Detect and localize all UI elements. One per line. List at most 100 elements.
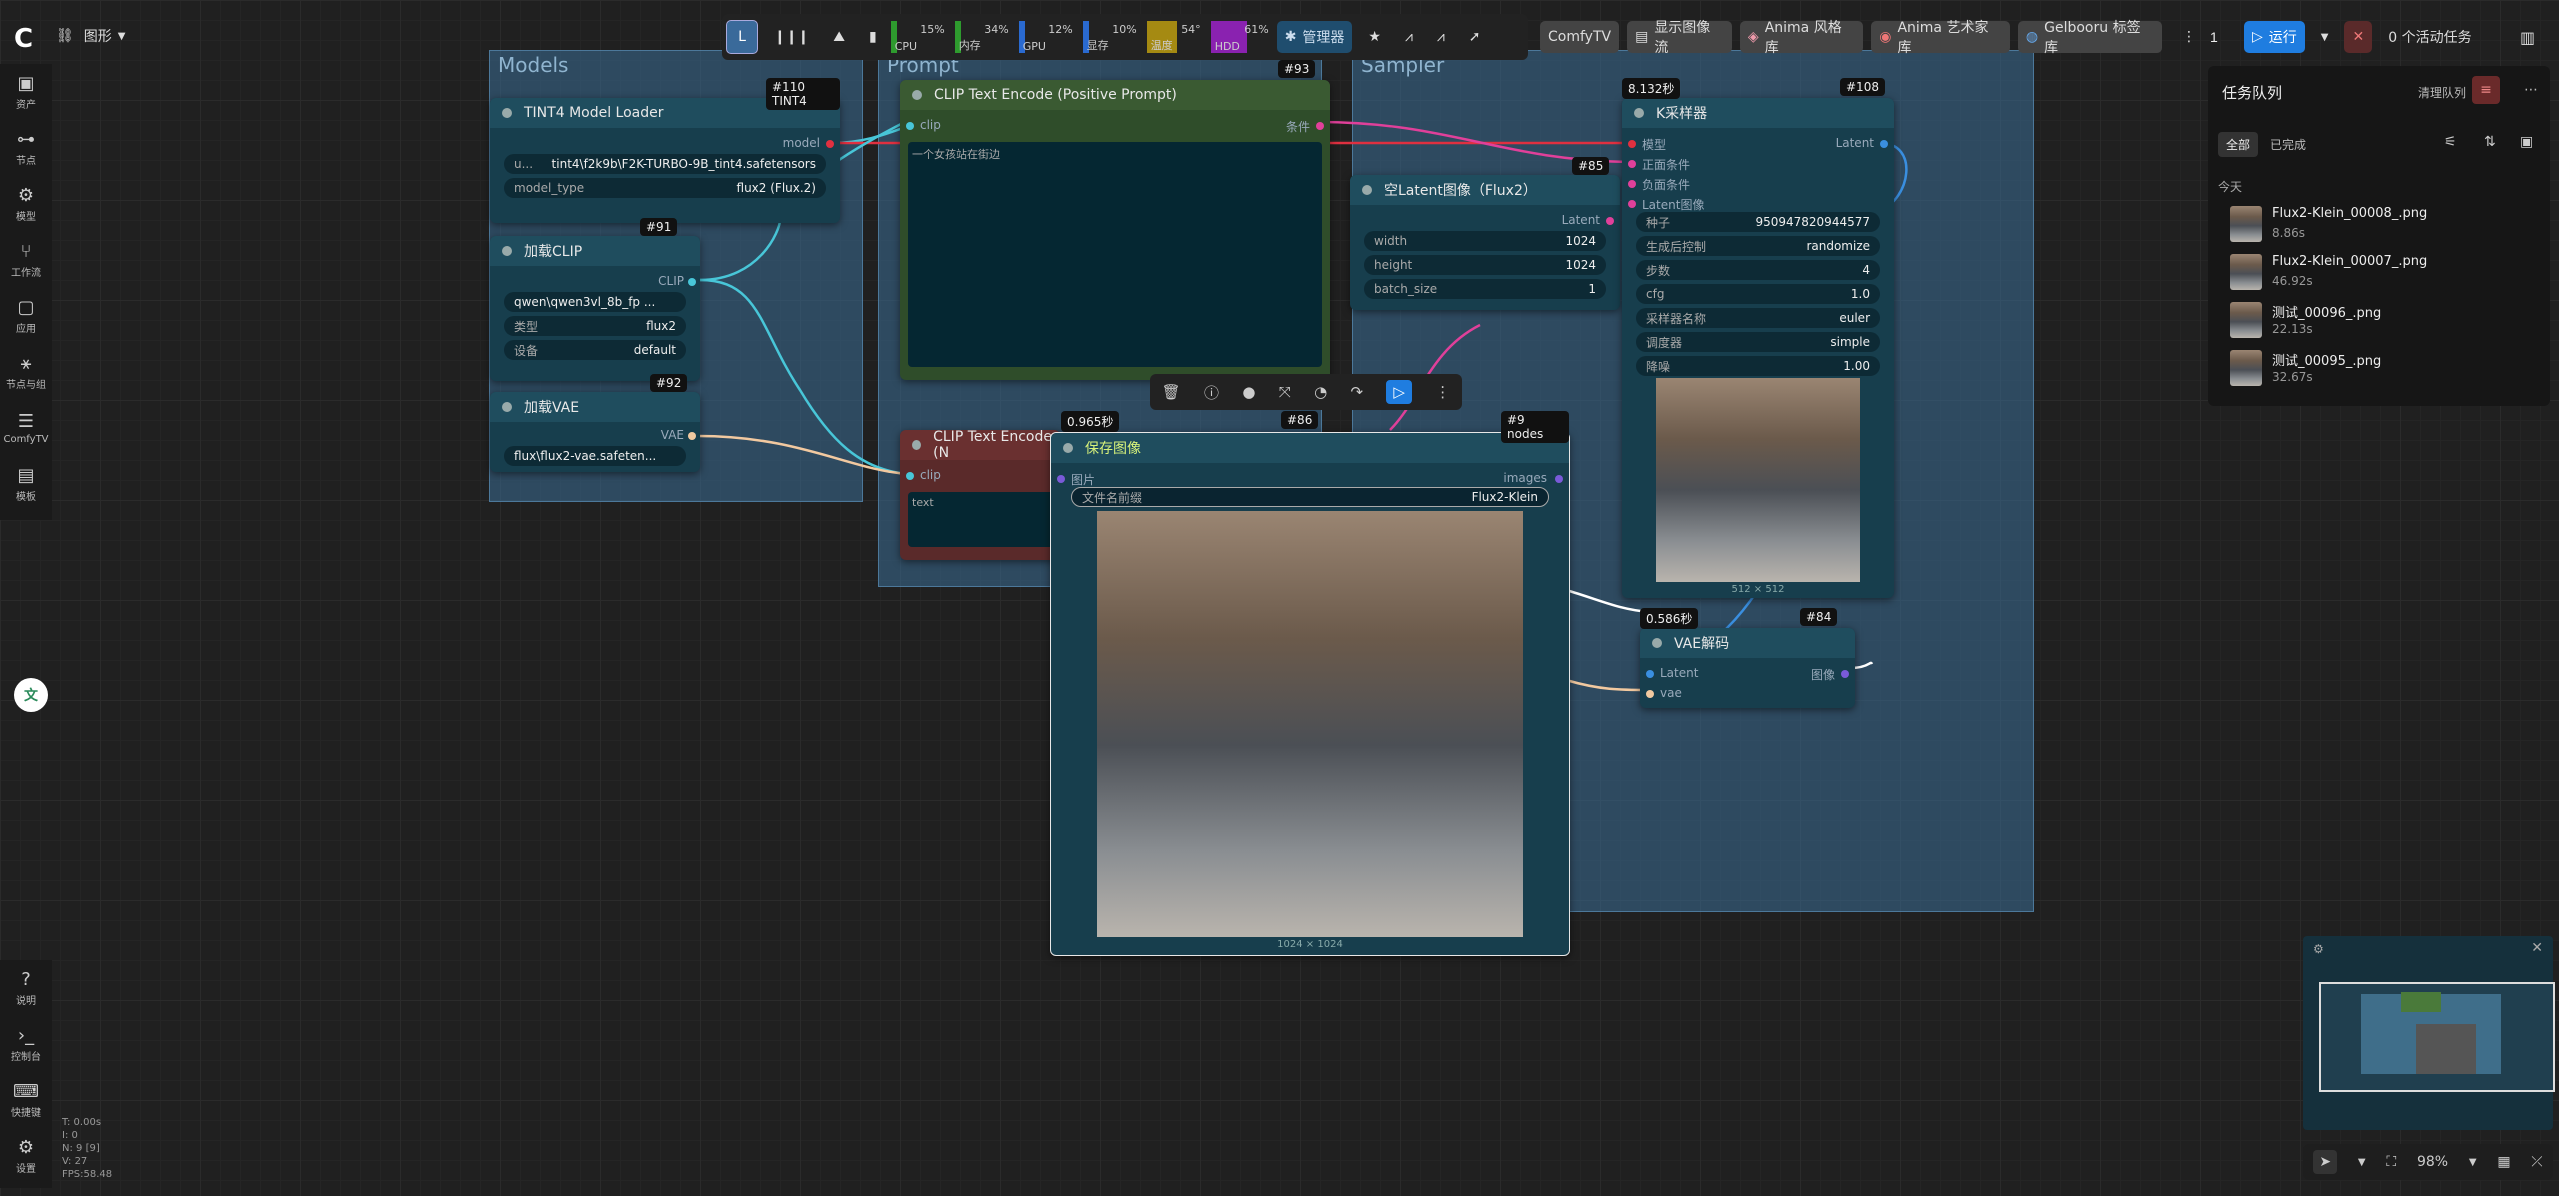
queue-item[interactable]: 测试_00095_.png 32.67s: [2230, 348, 2530, 388]
run-mode-dropdown[interactable]: ▼: [2313, 21, 2337, 53]
prompt-text-area[interactable]: 一个女孩站在街边: [908, 142, 1322, 367]
output-image-pin[interactable]: [1841, 670, 1849, 678]
input-latent-pin[interactable]: [1628, 200, 1636, 208]
widget-clip-device[interactable]: 设备 default: [504, 340, 686, 360]
tab-completed[interactable]: 已完成: [2270, 136, 2306, 153]
widget-width[interactable]: width 1024: [1364, 231, 1606, 251]
minimap-toggle-icon[interactable]: ▦: [2497, 1154, 2510, 1170]
sort-icon[interactable]: ⇅: [2484, 134, 2496, 150]
manager-button[interactable]: ✱ 管理器: [1276, 21, 1353, 53]
widget-batch-size[interactable]: batch_size 1: [1364, 279, 1606, 299]
output-latent-pin[interactable]: [1606, 217, 1614, 225]
output-vae-pin[interactable]: [688, 432, 696, 440]
widget-unet-name[interactable]: u... tint4\f2k9b\F2K-TURBO-9B_tint4.safet…: [504, 154, 826, 174]
node-dot[interactable]: [502, 108, 512, 118]
active-tasks-label[interactable]: 0 个活动任务: [2380, 21, 2479, 53]
minimap-viewport[interactable]: [2319, 982, 2555, 1092]
bypass-icon[interactable]: ◔: [1314, 383, 1327, 401]
input-latent-pin[interactable]: [1646, 670, 1654, 678]
node-dot[interactable]: [912, 90, 922, 100]
output-conditioning-pin[interactable]: [1316, 122, 1324, 130]
workflow-menu-button[interactable]: ⛓ 图形 ▼: [56, 22, 125, 50]
node-load-clip[interactable]: #91 加载CLIP CLIP qwen\qwen3vl_8b_fp ... 类…: [490, 218, 700, 381]
node-dot[interactable]: [1652, 638, 1662, 648]
node-ksampler[interactable]: 8.132秒 #108 K采样器 模型 正面条件 负面条件 Latent图像 L…: [1622, 78, 1894, 598]
sidebar-item-templates[interactable]: ▤ 模板: [0, 456, 52, 512]
widget-clip-type[interactable]: 类型 flux2: [504, 316, 686, 336]
widget-cfg[interactable]: cfg 1.0: [1636, 284, 1880, 304]
output-images-pin[interactable]: [1555, 475, 1563, 483]
run-button[interactable]: ▷ 运行: [2244, 21, 2305, 53]
widget-steps[interactable]: 步数 4: [1636, 260, 1880, 280]
minimap-settings-icon[interactable]: ⚙: [2313, 942, 2324, 956]
widget-sampler-name[interactable]: 采样器名称 euler: [1636, 308, 1880, 328]
minimap-close-icon[interactable]: ✕: [2531, 940, 2543, 956]
sidebar-item-comfytv[interactable]: ☰ ComfyTV: [0, 400, 52, 456]
chevron-down-icon[interactable]: ▼: [2358, 1157, 2366, 1168]
tab-all[interactable]: 全部: [2218, 132, 2259, 157]
share-icon[interactable]: ➚: [1461, 21, 1489, 53]
saved-image-preview[interactable]: [1097, 511, 1523, 937]
sidebar-item-nodes[interactable]: ⊶ 节点: [0, 120, 52, 176]
node-dot[interactable]: [1634, 108, 1644, 118]
input-negative-pin[interactable]: [1628, 180, 1636, 188]
node-clip-text-encode-negative[interactable]: CLIP Text Encode (N clip text: [900, 429, 1060, 560]
model-b-icon[interactable]: ⩘: [1429, 21, 1453, 53]
widget-clip-name[interactable]: qwen\qwen3vl_8b_fp ...: [504, 292, 686, 312]
select-tool-icon[interactable]: ➤: [2313, 1150, 2338, 1174]
filter-icon[interactable]: ⚟: [2444, 134, 2457, 150]
input-clip-pin[interactable]: [906, 122, 914, 130]
input-clip-pin[interactable]: [906, 472, 914, 480]
gelbooru-button[interactable]: ◍ Gelbooru 标签库: [2017, 20, 2162, 56]
color-picker-icon[interactable]: ●: [1242, 383, 1255, 401]
drag-handle-icon[interactable]: ⋮: [2174, 21, 2204, 53]
audio-icon[interactable]: ❙❙❙: [766, 21, 817, 53]
input-positive-pin[interactable]: [1628, 160, 1636, 168]
star-icon[interactable]: ★: [1360, 21, 1389, 53]
bookmark-icon[interactable]: ▮: [861, 21, 885, 53]
anima-style-button[interactable]: ◈ Anima 风格库: [1739, 20, 1864, 56]
widget-seed[interactable]: 种子 950947820944577: [1636, 212, 1880, 232]
fit-view-icon[interactable]: ⛶: [2386, 1154, 2396, 1170]
widget-filename-prefix[interactable]: 文件名前缀 Flux2-Klein: [1071, 487, 1549, 507]
chevron-down-icon[interactable]: ▼: [2469, 1157, 2477, 1168]
show-image-flow-button[interactable]: ▤ 显示图像流: [1627, 20, 1732, 56]
more-icon[interactable]: ⋮: [1435, 383, 1450, 401]
logo-icon[interactable]: C: [14, 24, 46, 56]
widget-model-type[interactable]: model_type flux2 (Flux.2): [504, 178, 826, 198]
negative-text-area[interactable]: text: [908, 492, 1058, 547]
output-latent-pin[interactable]: [1880, 140, 1888, 148]
queue-more-icon[interactable]: ⋯: [2524, 82, 2538, 98]
sidebar-item-nodes-groups[interactable]: ⚹ 节点与组: [0, 344, 52, 400]
widget-height[interactable]: height 1024: [1364, 255, 1606, 275]
sidebar-item-settings[interactable]: ⚙ 设置: [0, 1128, 52, 1184]
input-model-pin[interactable]: [1628, 140, 1636, 148]
input-images-pin[interactable]: [1057, 475, 1065, 483]
node-clip-text-encode-positive[interactable]: #93 CLIP Text Encode (Positive Prompt) c…: [900, 60, 1330, 380]
node-save-image[interactable]: 0.965秒 #86 #9 nodes 保存图像 图片 images 文件名前缀…: [1050, 411, 1570, 956]
graph-canvas[interactable]: Models Prompt Sampler #110 TINT4 TINT4 M…: [0, 0, 2559, 1196]
node-dot[interactable]: [502, 246, 512, 256]
sidebar-item-models[interactable]: ⚙ 模型: [0, 176, 52, 232]
link-visibility-icon[interactable]: ⤫: [2531, 1154, 2542, 1170]
sidebar-item-shortcuts[interactable]: ⌨ 快捷键: [0, 1072, 52, 1128]
cancel-run-button[interactable]: ✕: [2344, 21, 2373, 53]
sidebar-item-workflows[interactable]: ⑂ 工作流: [0, 232, 52, 288]
zoom-level[interactable]: 98%: [2417, 1154, 2448, 1170]
node-dot[interactable]: [502, 402, 512, 412]
sidebar-item-apps[interactable]: ▢ 应用: [0, 288, 52, 344]
gallery-icon[interactable]: ▣: [2520, 134, 2533, 150]
translate-icon[interactable]: 文: [14, 678, 48, 712]
node-dot[interactable]: [1063, 443, 1073, 453]
node-vae-decode[interactable]: 0.586秒 #84 VAE解码 Latent vae 图像: [1640, 608, 1855, 708]
node-load-vae[interactable]: #92 加载VAE VAE flux\flux2-vae.safeten...: [490, 374, 700, 472]
widget-control-after[interactable]: 生成后控制 randomize: [1636, 236, 1880, 256]
toggle-panel-icon[interactable]: ▥: [2520, 28, 2535, 47]
logo-l-button[interactable]: L: [726, 20, 758, 54]
queue-item[interactable]: 测试_00096_.png 22.13s: [2230, 300, 2530, 340]
sidebar-item-help[interactable]: ? 说明: [0, 960, 52, 1016]
model-a-icon[interactable]: ⩘: [1397, 21, 1421, 53]
fit-icon[interactable]: ⤧: [1279, 383, 1291, 401]
node-dot[interactable]: [912, 440, 922, 450]
sidebar-item-console[interactable]: ›_ 控制台: [0, 1016, 52, 1072]
